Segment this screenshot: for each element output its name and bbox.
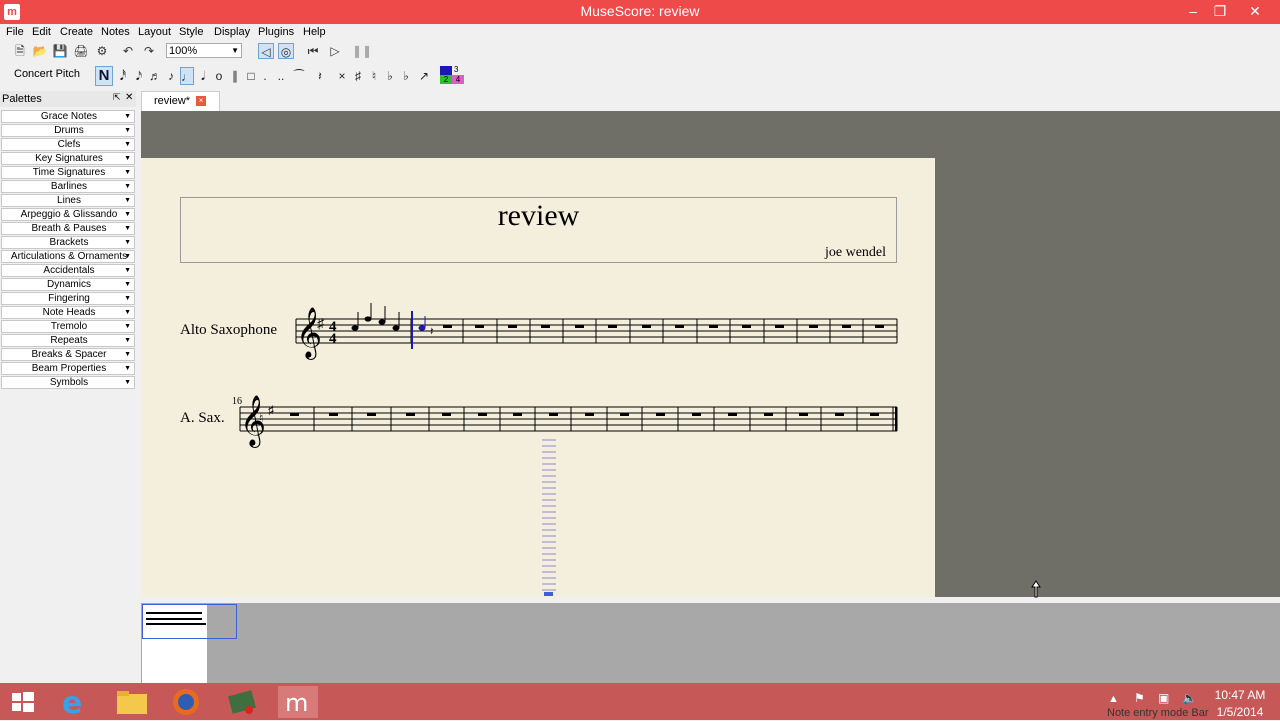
navigator-viewport[interactable] — [142, 604, 237, 639]
mouse-cursor-icon — [1030, 580, 1042, 598]
selected-note[interactable] — [418, 316, 426, 331]
clock-date[interactable]: 1/5/2014 — [1205, 705, 1275, 719]
final-barline — [895, 407, 898, 431]
file-explorer-icon[interactable] — [112, 686, 152, 718]
flag-icon[interactable]: ⚑ — [1134, 691, 1145, 705]
svg-text:e: e — [62, 686, 82, 718]
recorder-icon[interactable] — [222, 686, 262, 718]
ledger-marker — [542, 439, 556, 591]
volume-icon[interactable]: 🔈 — [1182, 691, 1197, 705]
show-hidden-icons-icon[interactable]: ▲ — [1108, 693, 1119, 705]
windows-start-icon[interactable] — [4, 687, 44, 719]
key-signature-sharp-icon: ♯ — [268, 403, 274, 417]
clock-time[interactable]: 10:47 AM — [1205, 688, 1275, 702]
network-icon[interactable]: ▣ — [1158, 691, 1169, 705]
notes-measure-1 — [351, 303, 400, 331]
key-signature-sharp-icon: ♯ — [317, 315, 325, 331]
navigator-panel[interactable] — [141, 603, 1280, 683]
svg-text:m: m — [285, 689, 308, 717]
time-sig-bottom: 4 — [329, 331, 337, 347]
staff-2 — [240, 406, 897, 432]
quarter-rest-icon: 𝄽 — [430, 326, 433, 338]
firefox-icon[interactable] — [166, 686, 206, 718]
musescore-taskbar-icon[interactable]: m — [278, 686, 318, 718]
status-text: Note entry mode Bar — [1107, 707, 1209, 719]
natural-icon: ♮ — [259, 411, 263, 425]
internet-explorer-icon[interactable]: e — [56, 686, 96, 721]
input-cursor — [411, 311, 413, 349]
marker-handle[interactable] — [544, 592, 553, 596]
